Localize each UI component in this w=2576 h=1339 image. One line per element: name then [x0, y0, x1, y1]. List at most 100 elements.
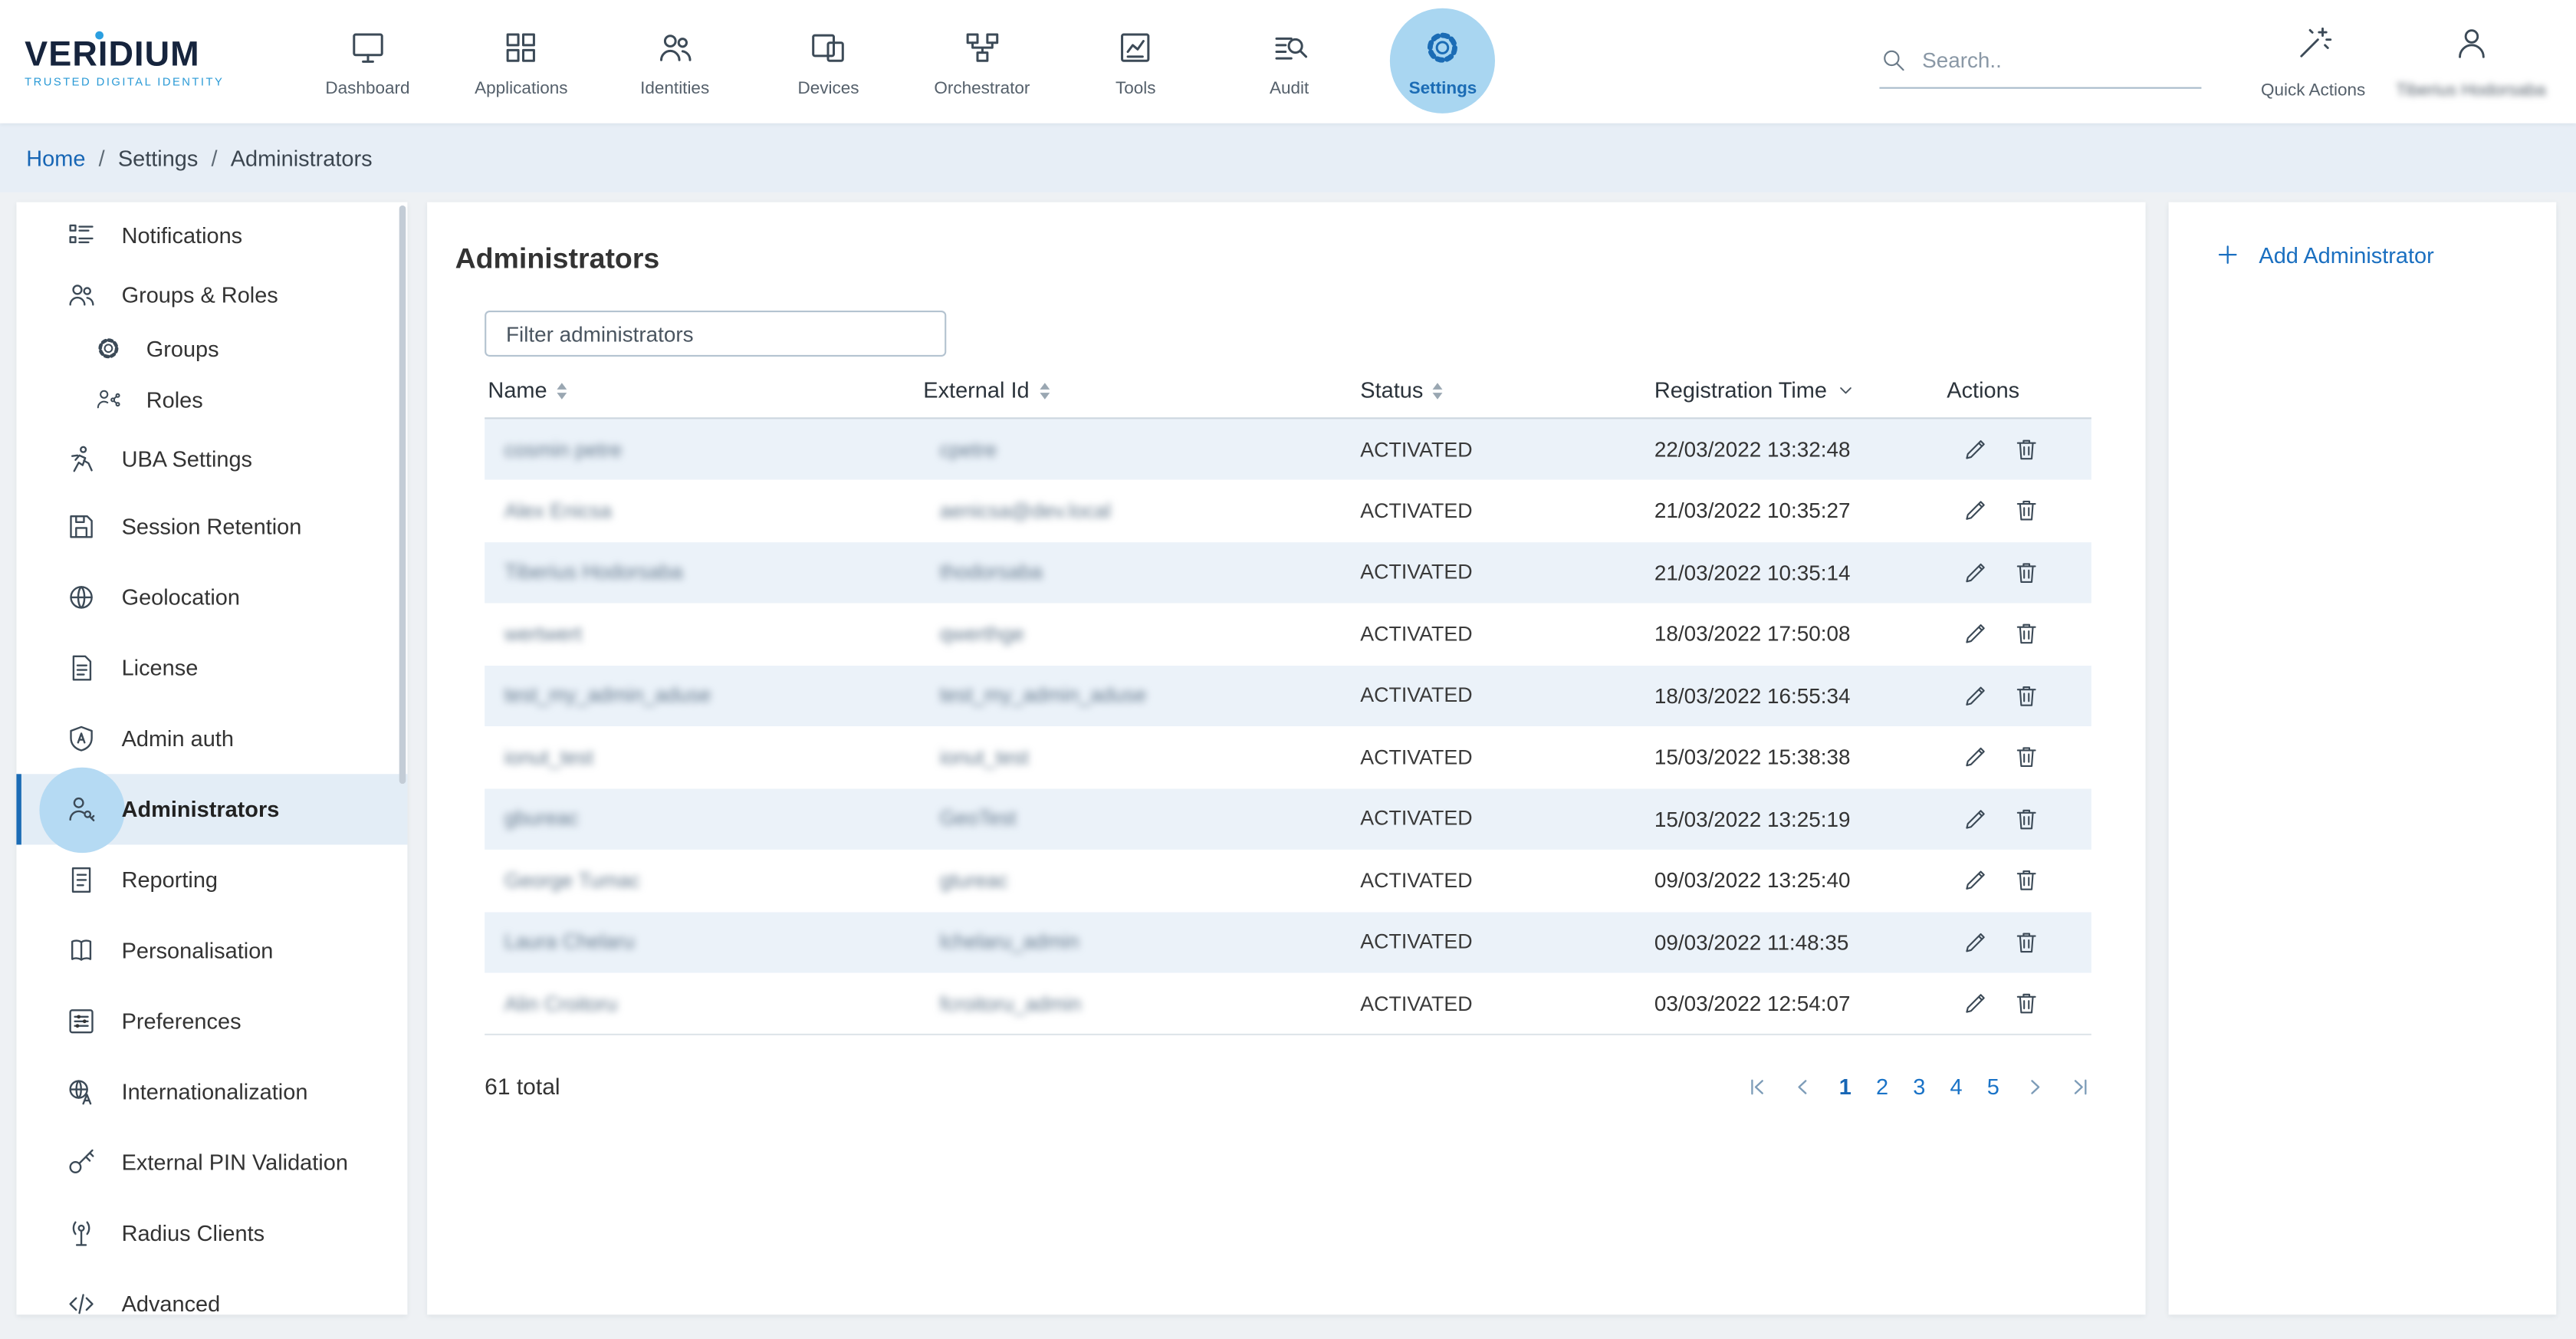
column-header-status[interactable]: Status	[1357, 378, 1651, 419]
global-search	[1879, 35, 2201, 88]
delete-icon[interactable]	[2008, 801, 2044, 837]
table-row[interactable]: George Tumac gtureac ACTIVATED 09/03/202…	[485, 850, 2091, 911]
applications-icon	[501, 25, 540, 71]
delete-icon[interactable]	[2008, 739, 2044, 775]
nav-item-orchestrator[interactable]: Orchestrator	[905, 0, 1059, 123]
delete-icon[interactable]	[2008, 985, 2044, 1021]
table-row[interactable]: Alex Enicsa aenicsa@dev.local ACTIVATED …	[485, 480, 2091, 541]
edit-icon[interactable]	[1957, 862, 1993, 898]
delete-icon[interactable]	[2008, 616, 2044, 652]
settings-sidebar: Notifications Groups & Roles Groups Role…	[16, 202, 407, 1315]
column-header-registration-time[interactable]: Registration Time	[1651, 378, 1944, 419]
veridium-logo[interactable]: VERIDIUM TRUSTED DIGITAL IDENTITY	[25, 35, 291, 88]
registration-time: 09/03/2022 13:25:40	[1651, 850, 1944, 911]
table-row[interactable]: Laura Chelaru lchelaru_admin ACTIVATED 0…	[485, 911, 2091, 972]
app-window: VERIDIUM TRUSTED DIGITAL IDENTITY Dashbo…	[0, 0, 2576, 1314]
nav-item-label: Dashboard	[325, 79, 409, 99]
status-badge: ACTIVATED	[1357, 541, 1651, 603]
edit-icon[interactable]	[1957, 677, 1993, 713]
delete-icon[interactable]	[2008, 554, 2044, 590]
edit-icon[interactable]	[1957, 739, 1993, 775]
sidebar-item-geolocation[interactable]: Geolocation	[16, 562, 407, 633]
first-page-icon[interactable]	[1747, 1076, 1769, 1097]
nav-item-dashboard[interactable]: Dashboard	[291, 0, 444, 123]
sidebar-item-advanced[interactable]: Advanced	[16, 1268, 407, 1339]
edit-icon[interactable]	[1957, 492, 1993, 528]
filter-administrators-input[interactable]	[485, 311, 946, 357]
table-row[interactable]: test_my_admin_aduse test_my_admin_aduse …	[485, 665, 2091, 726]
page-number[interactable]: 4	[1950, 1074, 1963, 1098]
internationalization-icon	[66, 1077, 97, 1108]
breadcrumb-settings-link[interactable]: Settings	[118, 146, 199, 170]
sidebar-item-license[interactable]: License	[16, 633, 407, 703]
sidebar-item-session-retention[interactable]: Session Retention	[16, 492, 407, 562]
nav-item-tools[interactable]: Tools	[1059, 0, 1212, 123]
page-number[interactable]: 1	[1839, 1074, 1852, 1098]
edit-icon[interactable]	[1957, 616, 1993, 652]
breadcrumb-home-link[interactable]: Home	[26, 146, 85, 170]
table-row[interactable]: gbureac GeoTest ACTIVATED 15/03/2022 13:…	[485, 788, 2091, 850]
admin-name: Tiberius Hodorsaba	[504, 561, 683, 584]
sidebar-item-preferences[interactable]: Preferences	[16, 986, 407, 1057]
table-row[interactable]: ionut_test ionut_test ACTIVATED 15/03/20…	[485, 726, 2091, 788]
sidebar-item-notifications[interactable]: Notifications	[16, 206, 407, 265]
sidebar-item-roles[interactable]: Roles	[16, 373, 407, 426]
delete-icon[interactable]	[2008, 923, 2044, 959]
table-row[interactable]: cosmin petre cpetre ACTIVATED 22/03/2022…	[485, 418, 2091, 479]
sidebar-item-external-pin-validation[interactable]: External PIN Validation	[16, 1127, 407, 1198]
sidebar-item-uba-settings[interactable]: UBA Settings	[16, 426, 407, 492]
edit-icon[interactable]	[1957, 431, 1993, 467]
add-administrator-button[interactable]: Add Administrator	[2215, 242, 2557, 268]
sidebar-scrollbar[interactable]	[399, 206, 406, 784]
sidebar-item-admin-auth[interactable]: Admin auth	[16, 703, 407, 774]
edit-icon[interactable]	[1957, 923, 1993, 959]
next-page-icon[interactable]	[2024, 1076, 2045, 1097]
edit-icon[interactable]	[1957, 985, 1993, 1021]
nav-item-settings[interactable]: Settings	[1366, 0, 1520, 123]
sidebar-item-personalisation[interactable]: Personalisation	[16, 916, 407, 986]
sidebar-item-administrators[interactable]: Administrators	[16, 774, 407, 844]
nav-item-identities[interactable]: Identities	[598, 0, 751, 123]
delete-icon[interactable]	[2008, 431, 2044, 467]
table-row[interactable]: wertwert qwerthge ACTIVATED 18/03/2022 1…	[485, 603, 2091, 664]
edit-icon[interactable]	[1957, 554, 1993, 590]
page-number[interactable]: 2	[1876, 1074, 1888, 1098]
admin-auth-icon	[66, 723, 97, 755]
registration-time: 15/03/2022 15:38:38	[1651, 726, 1944, 788]
edit-icon[interactable]	[1957, 801, 1993, 837]
user-profile-button[interactable]: Tiberius Hodorsaba	[2385, 0, 2556, 123]
page-number[interactable]: 3	[1913, 1074, 1925, 1098]
admin-external-id: lchelaru_admin	[940, 930, 1079, 953]
admin-external-id: aenicsa@dev.local	[940, 499, 1111, 522]
personalisation-icon	[66, 935, 97, 966]
search-input[interactable]	[1922, 47, 2168, 71]
sidebar-item-internationalization[interactable]: Internationalization	[16, 1057, 407, 1127]
status-badge: ACTIVATED	[1357, 665, 1651, 726]
nav-item-devices[interactable]: Devices	[751, 0, 905, 123]
sidebar-item-groups[interactable]: Groups	[16, 324, 407, 373]
column-header-external-id[interactable]: External Id	[920, 378, 1357, 419]
delete-icon[interactable]	[2008, 862, 2044, 898]
admin-name: wertwert	[504, 623, 582, 646]
quick-actions-button[interactable]: Quick Actions	[2241, 0, 2386, 123]
nav-item-label: Devices	[797, 79, 859, 99]
page-number[interactable]: 5	[1987, 1074, 1999, 1098]
pagination: 1 2 3 4 5	[1747, 1074, 2091, 1098]
last-page-icon[interactable]	[2070, 1076, 2091, 1097]
sidebar-item-reporting[interactable]: Reporting	[16, 844, 407, 915]
delete-icon[interactable]	[2008, 492, 2044, 528]
column-header-actions: Actions	[1944, 378, 2091, 419]
sidebar-item-groups-roles[interactable]: Groups & Roles	[16, 265, 407, 324]
column-header-name[interactable]: Name	[485, 378, 920, 419]
sidebar-item-label: UBA Settings	[122, 446, 252, 471]
nav-item-applications[interactable]: Applications	[445, 0, 598, 123]
table-row[interactable]: Alin Croitoru fcroitoru_admin ACTIVATED …	[485, 973, 2091, 1035]
sidebar-item-label: Roles	[146, 387, 203, 412]
sidebar-item-label: Notifications	[122, 222, 243, 247]
sidebar-item-radius-clients[interactable]: Radius Clients	[16, 1198, 407, 1268]
nav-item-audit[interactable]: Audit	[1212, 0, 1365, 123]
settings-gear-icon	[1423, 25, 1462, 71]
delete-icon[interactable]	[2008, 677, 2044, 713]
table-row[interactable]: Tiberius Hodorsaba thodorsaba ACTIVATED …	[485, 541, 2091, 603]
previous-page-icon[interactable]	[1793, 1076, 1815, 1097]
